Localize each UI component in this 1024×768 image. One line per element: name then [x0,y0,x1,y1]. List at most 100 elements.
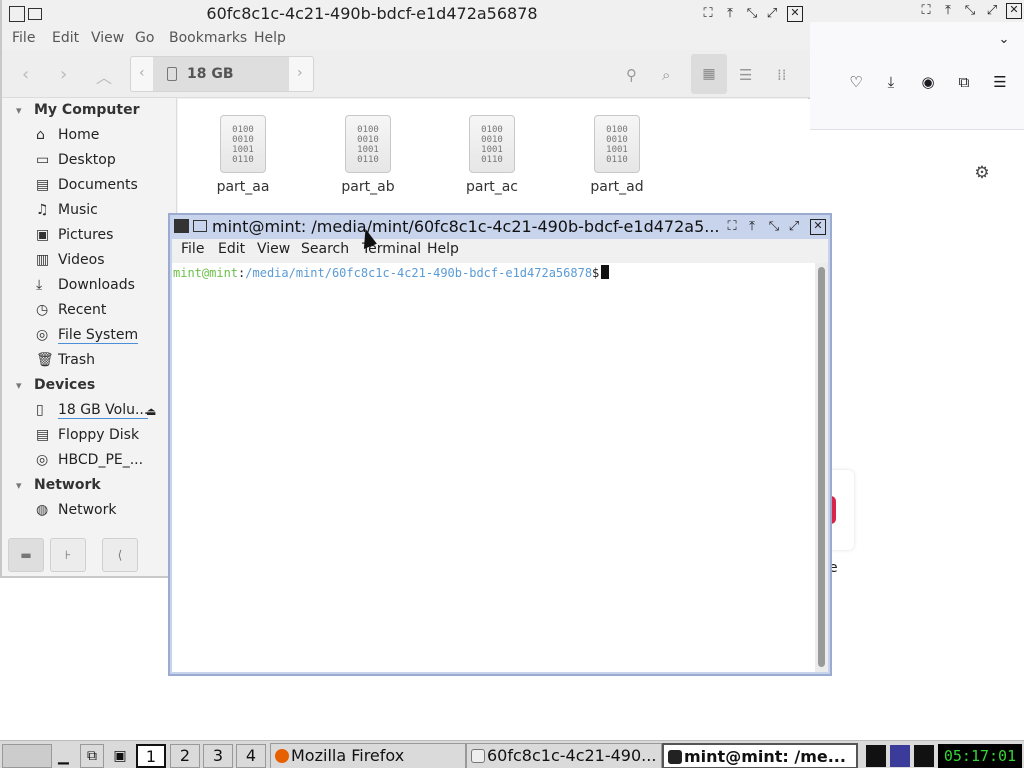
sidebar-section-devices[interactable]: ▾ Devices [16,377,95,393]
network-monitor-icon [914,745,934,767]
sidebar-item-label: HBCD_PE_... [58,452,144,468]
sidebar-section-my-computer[interactable]: ▾ My Computer [16,102,140,118]
menu-file[interactable]: File [12,30,35,46]
menu-help[interactable]: Help [427,241,459,257]
sidebar-item-documents[interactable]: ▤ Documents [36,177,176,199]
menu-search[interactable]: Search [301,241,349,257]
scrollbar-thumb[interactable] [818,267,825,667]
sidebar-item-home[interactable]: ⌂ Home [36,127,176,149]
terminal-window: mint@mint: /media/mint/60fc8c1c-4c21-490… [168,213,832,676]
window-title: mint@mint: /media/mint/60fc8c1c-4c21-490… [212,217,720,236]
sidebar-item-music[interactable]: ♫ Music [36,202,176,224]
location-icon[interactable]: ⚲ [626,66,637,84]
sidebar-item-floppy-disk[interactable]: ▤ Floppy Disk [36,427,176,449]
binary-file-icon: 0100 0010 1001 0110 [345,115,391,173]
terminal-titlebar: mint@mint: /media/mint/60fc8c1c-4c21-490… [170,215,830,239]
menu-icon[interactable]: ☰ [990,72,1010,92]
download-icon[interactable]: ⤓ [881,72,901,92]
file-part-ab[interactable]: 0100 0010 1001 0110 part_ab [323,113,413,203]
close-icon[interactable]: ✕ [810,219,826,235]
file-part-ad[interactable]: 0100 0010 1001 0110 part_ad [572,113,662,203]
workspace-2[interactable]: 2 [170,744,200,768]
menu-help[interactable]: Help [254,30,286,46]
file-part-ac[interactable]: 0100 0010 1001 0110 part_ac [447,113,537,203]
sidebar-item-label: 18 GB Volu... [58,402,149,419]
fullscreen-icon[interactable]: ⤢ [984,3,1000,19]
terminal-launcher-icon[interactable]: ▣ [108,745,132,767]
file-part-aa[interactable]: 0100 0010 1001 0110 part_aa [198,113,288,203]
resize-icon[interactable]: ⤡ [962,3,978,19]
sidebar-item-pictures[interactable]: ▣ Pictures [36,227,176,249]
fullscreen-icon[interactable]: ⤢ [786,219,802,235]
sidebar-item-trash[interactable]: 🗑 Trash [36,352,176,374]
maximize-icon[interactable]: ⛶ [724,219,740,235]
pictures-icon: ▣ [36,227,50,243]
path-left-icon[interactable]: ‹ [139,65,145,81]
chevron-down-icon[interactable]: ⌄ [994,30,1014,50]
sidebar-item-network[interactable]: ◍ Network [36,502,176,524]
workspace-3[interactable]: 3 [203,744,233,768]
sidebar-item-downloads[interactable]: ⤓ Downloads [36,277,176,299]
shade-icon[interactable]: ⤒ [744,219,760,235]
forward-icon[interactable]: › [60,64,67,85]
cpu-monitor-icon [866,745,886,767]
shade-icon[interactable]: ⤒ [940,3,956,19]
terminal-menubar: File Edit View Search Terminal Help [172,239,828,263]
sidebar-item-recent[interactable]: ◷ Recent [36,302,176,324]
up-icon[interactable]: ︿ [96,64,112,88]
restore-icon[interactable] [193,220,207,232]
hide-sidebar-button[interactable]: ⟨ [102,538,138,572]
compact-view-icon[interactable]: ⁞⁞ [777,66,787,84]
sidebar-item-hbcd-pe[interactable]: ◎ HBCD_PE_... [36,452,176,474]
workspace-4[interactable]: 4 [236,744,266,768]
icon-view-button[interactable]: ▦ [691,54,727,94]
sidebar-section-network[interactable]: ▾ Network [16,477,101,493]
file-system-icon: ◎ [36,327,49,343]
path-right-icon[interactable]: › [297,65,303,81]
pocket-icon[interactable]: ♡ [846,72,866,92]
menu-go[interactable]: Go [135,30,154,46]
close-icon[interactable]: ✕ [787,6,803,22]
list-view-icon[interactable]: ☰ [739,66,752,84]
resize-icon[interactable]: ⤡ [744,6,760,22]
terminal-scrollbar[interactable] [815,263,828,672]
minimize-all-icon[interactable]: ▁ [58,746,69,768]
tree-button[interactable]: ⊦ [50,538,86,572]
sidebar-item-videos[interactable]: ▥ Videos [36,252,176,274]
file-icon-glyph: 0100 0010 1001 0110 [606,125,628,165]
task-firefox[interactable]: Mozilla Firefox [270,743,466,768]
places-button[interactable]: ▬ [8,538,44,572]
firefox-toolbar: ⌄ ♡ ⤓ ◉ ⧉ ☰ [808,22,1024,130]
terminal-icon[interactable] [174,219,189,233]
sidebar-item-file-system[interactable]: ◎ File System [36,327,176,349]
menu-edit[interactable]: Edit [52,30,79,46]
shade-icon[interactable]: ⤒ [722,6,738,22]
terminal-output[interactable]: mint@mint:/media/mint/60fc8c1c-4c21-490b… [172,263,815,672]
maximize-icon[interactable]: ⛶ [700,6,716,22]
start-menu-icon[interactable] [2,744,52,768]
menu-view[interactable]: View [257,241,290,257]
menu-file[interactable]: File [181,241,204,257]
resize-icon[interactable]: ⤡ [766,219,782,235]
eject-icon[interactable]: ⏏ [146,405,156,418]
windows-icon[interactable]: ⧉ [80,744,104,768]
task-terminal[interactable]: mint@mint: /me... [662,743,858,768]
maximize-icon[interactable]: ⛶ [918,3,934,19]
gear-icon[interactable]: ⚙ [971,162,993,184]
taskbar: ▁ ⧉ ▣ 1 2 3 4 Mozilla Firefox 60fc8c1c-4… [0,740,1024,768]
menu-view[interactable]: View [91,30,124,46]
memory-monitor-icon [890,745,910,767]
section-label: My Computer [34,102,140,118]
close-icon[interactable]: ✕ [1006,3,1022,19]
menu-bookmarks[interactable]: Bookmarks [169,30,247,46]
search-icon[interactable]: ⌕ [662,66,670,84]
back-icon[interactable]: ‹ [22,64,29,85]
fullscreen-icon[interactable]: ⤢ [764,6,780,22]
clock[interactable]: 05:17:01 [938,744,1022,768]
account-icon[interactable]: ◉ [918,72,938,92]
menu-edit[interactable]: Edit [218,241,245,257]
workspace-1[interactable]: 1 [136,744,166,768]
extensions-icon[interactable]: ⧉ [954,72,974,92]
task-file-manager[interactable]: 60fc8c1c-4c21-490... [466,743,662,768]
sidebar-item-desktop[interactable]: ▭ Desktop [36,152,176,174]
